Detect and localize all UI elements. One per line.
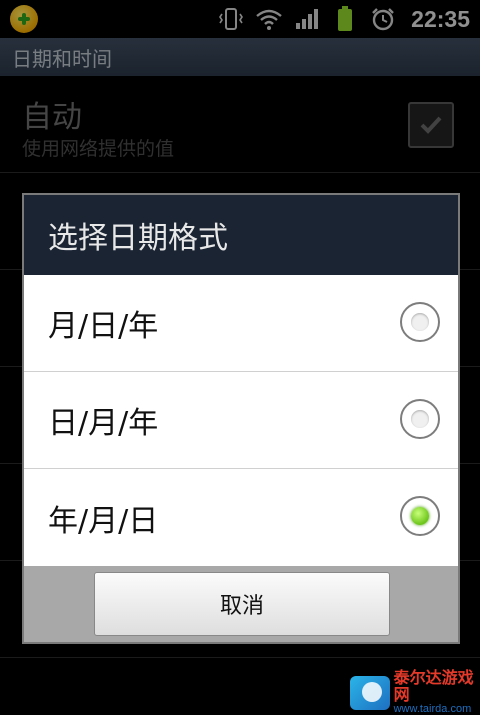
format-options: 月/日/年 日/月/年 年/月/日 bbox=[24, 275, 458, 566]
option-mdy[interactable]: 月/日/年 bbox=[24, 275, 458, 372]
dialog-title: 选择日期格式 bbox=[48, 221, 228, 256]
option-label: 日/月/年 bbox=[48, 406, 159, 441]
watermark-logo-icon bbox=[350, 675, 390, 710]
date-format-dialog: 选择日期格式 月/日/年 日/月/年 年/月/日 取消 bbox=[22, 193, 460, 644]
cancel-button[interactable]: 取消 bbox=[94, 572, 390, 636]
option-dmy[interactable]: 日/月/年 bbox=[24, 372, 458, 469]
watermark: 泰尔达游戏网 www.tairda.com bbox=[350, 668, 480, 715]
dialog-footer: 取消 bbox=[24, 566, 458, 642]
watermark-name: 泰尔达游戏网 bbox=[393, 668, 474, 704]
option-label: 月/日/年 bbox=[48, 309, 159, 344]
radio-button[interactable] bbox=[400, 399, 440, 439]
radio-button[interactable] bbox=[400, 302, 440, 342]
dialog-header: 选择日期格式 bbox=[24, 195, 458, 275]
option-label: 年/月/日 bbox=[48, 503, 159, 539]
radio-button-selected[interactable] bbox=[400, 496, 440, 536]
watermark-url: www.tairda.com bbox=[393, 702, 472, 715]
option-ymd[interactable]: 年/月/日 bbox=[24, 469, 458, 566]
